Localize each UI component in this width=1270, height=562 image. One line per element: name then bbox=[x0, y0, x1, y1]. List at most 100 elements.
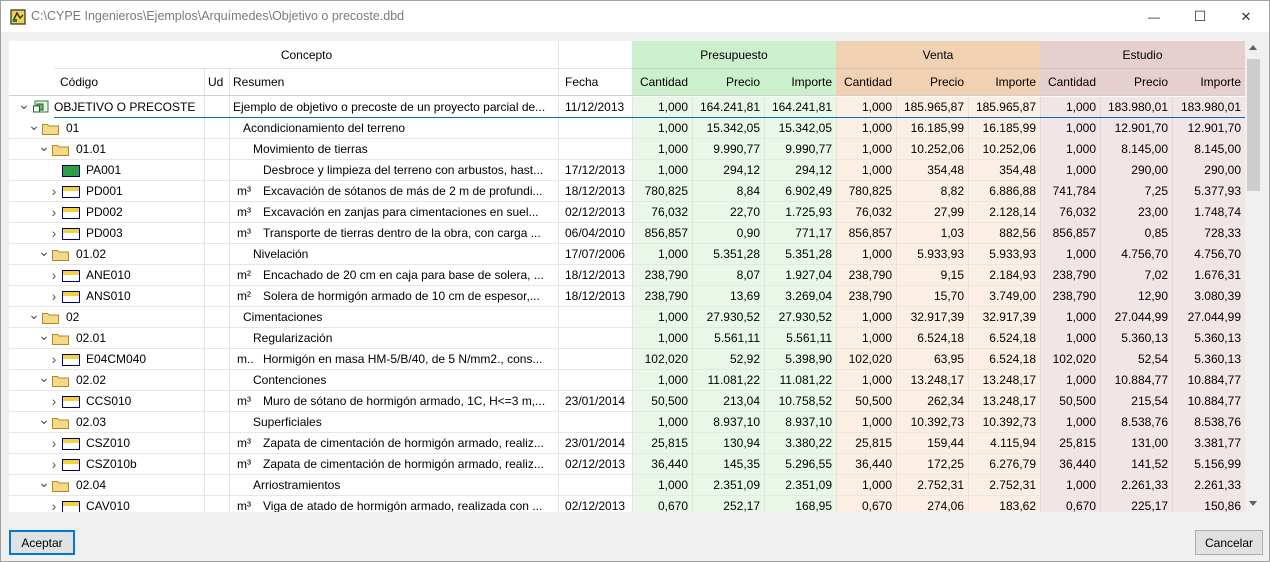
header-ud[interactable]: Ud bbox=[208, 68, 230, 95]
scroll-down-icon[interactable] bbox=[1249, 501, 1257, 506]
scroll-up-icon[interactable] bbox=[1249, 45, 1257, 50]
header-estudio-importe[interactable]: Importe bbox=[1172, 68, 1245, 95]
table-row[interactable]: ⌄ 02.01 Regularización 1,000 5.561,11 5.561,1… bbox=[9, 328, 1245, 349]
cancel-button[interactable]: Cancelar bbox=[1195, 530, 1263, 555]
row-p-imp: 771,17 bbox=[795, 226, 832, 240]
row-summary: Solera de hormigón armado de 10 cm de es… bbox=[263, 289, 540, 303]
table-row[interactable]: ⌄ 01.02 Nivelación 17/07/2006 1,000 5.351,28 5… bbox=[9, 244, 1245, 265]
collapse-chevron-icon[interactable]: ⌄ bbox=[28, 118, 40, 139]
scroll-thumb[interactable] bbox=[1247, 59, 1260, 191]
header-presupuesto-importe[interactable]: Importe bbox=[764, 68, 836, 95]
header-presupuesto-precio[interactable]: Precio bbox=[692, 68, 764, 95]
expand-chevron-icon[interactable]: › bbox=[48, 265, 60, 286]
header-estudio-cantidad[interactable]: Cantidad bbox=[1040, 68, 1100, 95]
row-unit: m³ bbox=[237, 184, 251, 198]
header-venta-importe[interactable]: Importe bbox=[968, 68, 1040, 95]
row-code: 01.02 bbox=[76, 247, 107, 261]
header-presupuesto-cantidad[interactable]: Cantidad bbox=[632, 68, 692, 95]
row-p-prec: 5.561,11 bbox=[714, 331, 760, 345]
collapse-chevron-icon[interactable]: ⌄ bbox=[18, 97, 30, 118]
header-venta-precio[interactable]: Precio bbox=[896, 68, 968, 95]
close-button[interactable]: ✕ bbox=[1223, 1, 1269, 32]
table-row[interactable]: PA001 Desbroce y limpieza del terreno con… bbox=[9, 160, 1245, 181]
row-summary: Contenciones bbox=[253, 373, 327, 387]
collapse-chevron-icon[interactable]: ⌄ bbox=[38, 139, 50, 160]
row-e-imp: 8.145,00 bbox=[1194, 142, 1241, 156]
header-resumen[interactable]: Resumen bbox=[233, 68, 533, 95]
header-concepto[interactable]: Concepto bbox=[54, 41, 559, 68]
vertical-scrollbar[interactable] bbox=[1245, 41, 1262, 512]
maximize-button[interactable]: ☐ bbox=[1177, 1, 1223, 32]
collapse-chevron-icon[interactable]: ⌄ bbox=[38, 412, 50, 433]
row-v-prec: 172,25 bbox=[927, 457, 964, 471]
table-row[interactable]: › PD003 m³ Transporte de tierras dentro de … bbox=[9, 223, 1245, 244]
expand-chevron-icon[interactable]: › bbox=[48, 286, 60, 307]
row-e-imp: 1.676,31 bbox=[1194, 268, 1241, 282]
table-row[interactable]: ⌄ 02 Cimentaciones 1,000 27.930,52 27.930,52 1… bbox=[9, 307, 1245, 328]
expand-chevron-icon[interactable]: › bbox=[48, 391, 60, 412]
table-row[interactable]: ⌄ 01.01 Movimiento de tierras 1,000 9.990,77… bbox=[9, 139, 1245, 160]
table-row[interactable]: › PD001 m³ Excavación de sótanos de más de … bbox=[9, 181, 1245, 202]
accept-button[interactable]: Aceptar bbox=[9, 530, 75, 555]
table-row[interactable]: › PD002 m³ Excavación en zanjas para ciment… bbox=[9, 202, 1245, 223]
expand-chevron-icon[interactable]: › bbox=[48, 433, 60, 454]
row-e-prec: 183.980,01 bbox=[1107, 100, 1168, 114]
expand-chevron-icon[interactable]: › bbox=[48, 202, 60, 223]
row-code: CSZ010 bbox=[86, 436, 131, 450]
header-codigo[interactable]: Código bbox=[60, 68, 200, 95]
table-row[interactable]: › ANS010 m² Solera de hormigón armado de 10… bbox=[9, 286, 1245, 307]
header-fecha[interactable]: Fecha bbox=[565, 68, 631, 95]
row-p-imp: 11.081,22 bbox=[779, 373, 833, 387]
table-row[interactable]: › CCS010 m³ Muro de sótano de hormigón arma… bbox=[9, 391, 1245, 412]
row-e-prec: 4.756,70 bbox=[1121, 247, 1168, 261]
expand-chevron-icon[interactable]: › bbox=[48, 496, 60, 512]
close-icon: ✕ bbox=[1240, 8, 1252, 24]
table-row[interactable]: ⌄ OBJETIVO O PRECOSTE Ejemplo de objetivo … bbox=[9, 97, 1245, 118]
row-summary: Muro de sótano de hormigón armado, 1C, H… bbox=[263, 394, 546, 408]
row-v-imp: 10.392,73 bbox=[982, 415, 1036, 429]
collapse-chevron-icon[interactable]: ⌄ bbox=[38, 244, 50, 265]
table-row[interactable]: ⌄ 02.04 Arriostramientos 1,000 2.351,09 2.351… bbox=[9, 475, 1245, 496]
header-estudio-precio[interactable]: Precio bbox=[1100, 68, 1172, 95]
table-row[interactable]: › E04CM040 m.. Hormigón en masa HM-5/B/40, … bbox=[9, 349, 1245, 370]
row-p-cant: 1,000 bbox=[657, 163, 688, 177]
row-summary: Superficiales bbox=[253, 415, 322, 429]
header-presupuesto[interactable]: Presupuesto bbox=[632, 41, 836, 68]
table-row[interactable]: ⌄ 01 Acondicionamiento del terreno 1,000 15.… bbox=[9, 118, 1245, 139]
row-p-imp: 10.758,52 bbox=[778, 394, 832, 408]
table-row[interactable]: › ANE010 m² Encachado de 20 cm en caja para… bbox=[9, 265, 1245, 286]
expand-chevron-icon[interactable]: › bbox=[48, 349, 60, 370]
row-v-cant: 1,000 bbox=[861, 121, 892, 135]
header-venta[interactable]: Venta bbox=[836, 41, 1040, 68]
budget-grid[interactable]: Concepto Presupuesto Venta Estudio Códig… bbox=[9, 41, 1245, 512]
dialog-window: C:\CYPE Ingenieros\Ejemplos\Arquímedes\O… bbox=[0, 0, 1270, 562]
collapse-chevron-icon[interactable]: ⌄ bbox=[38, 370, 50, 391]
header-estudio[interactable]: Estudio bbox=[1040, 41, 1245, 68]
row-date bbox=[565, 307, 629, 328]
expand-chevron-icon[interactable]: › bbox=[48, 223, 60, 244]
item-icon bbox=[62, 459, 80, 471]
collapse-chevron-icon[interactable]: ⌄ bbox=[38, 475, 50, 496]
table-row[interactable]: › CSZ010 m³ Zapata de cimentación de hormig… bbox=[9, 433, 1245, 454]
row-p-prec: 5.351,28 bbox=[713, 247, 760, 261]
row-e-cant: 102,020 bbox=[1052, 352, 1096, 366]
row-p-imp: 5.398,90 bbox=[785, 352, 832, 366]
row-v-prec: 2.752,31 bbox=[917, 478, 964, 492]
expand-chevron-icon[interactable]: › bbox=[48, 454, 60, 475]
row-e-imp: 183.980,01 bbox=[1180, 100, 1241, 114]
header-venta-cantidad[interactable]: Cantidad bbox=[836, 68, 896, 95]
expand-chevron-icon[interactable]: › bbox=[48, 181, 60, 202]
collapse-chevron-icon[interactable]: ⌄ bbox=[38, 328, 50, 349]
row-e-imp: 8.538,76 bbox=[1194, 415, 1241, 429]
row-v-prec: 13.248,17 bbox=[910, 373, 964, 387]
row-code: PA001 bbox=[86, 163, 122, 177]
table-row[interactable]: ⌄ 02.03 Superficiales 1,000 8.937,10 8.937,10… bbox=[9, 412, 1245, 433]
row-p-cant: 1,000 bbox=[657, 310, 688, 324]
table-row[interactable]: › CSZ010b m³ Zapata de cimentación de hormi… bbox=[9, 454, 1245, 475]
row-v-cant: 1,000 bbox=[861, 163, 892, 177]
table-row[interactable]: ⌄ 02.02 Contenciones 1,000 11.081,22 11.081,2… bbox=[9, 370, 1245, 391]
minimize-button[interactable]: — bbox=[1131, 1, 1177, 32]
table-row[interactable]: › CAV010 m³ Viga de atado de hormigón armad… bbox=[9, 496, 1245, 512]
row-unit: m³ bbox=[237, 205, 251, 219]
collapse-chevron-icon[interactable]: ⌄ bbox=[28, 307, 40, 328]
